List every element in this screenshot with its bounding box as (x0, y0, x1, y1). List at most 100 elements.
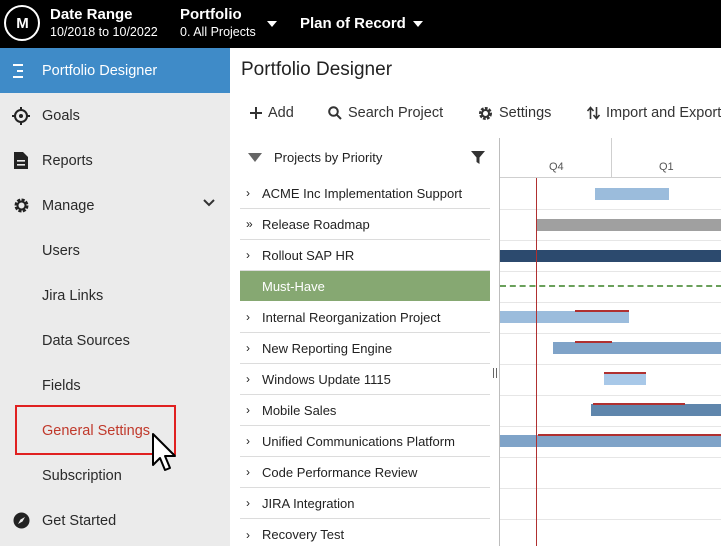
gantt-bar[interactable] (500, 250, 721, 262)
quarter-divider (611, 138, 612, 178)
list-item[interactable]: › Internal Reorganization Project (240, 302, 490, 333)
plus-icon (250, 107, 262, 119)
sidebar-item-manage[interactable]: Manage (0, 183, 230, 228)
grid-line (500, 519, 721, 520)
chevron-right-icon[interactable]: › (246, 310, 250, 324)
sidebar: Portfolio Designer Goals Reports Manage … (0, 48, 230, 546)
main-panel: Portfolio Designer Add Search Project Se… (230, 48, 721, 546)
group-row[interactable]: Must-Have (240, 271, 490, 301)
list-item-label: JIRA Integration (262, 495, 355, 511)
list-item[interactable]: › Rollout SAP HR (240, 240, 490, 271)
add-button[interactable]: Add (250, 105, 294, 121)
sidebar-item-portfolio-designer[interactable]: Portfolio Designer (0, 48, 230, 93)
date-range-value: 10/2018 to 10/2022 (50, 25, 158, 39)
list-item[interactable]: › New Reporting Engine (240, 333, 490, 364)
progress-line (593, 403, 685, 405)
list-item[interactable]: › Unified Communications Platform (240, 426, 490, 457)
gantt-bar[interactable] (536, 219, 721, 231)
grid-line (500, 333, 721, 334)
chevron-right-icon[interactable]: › (246, 372, 250, 386)
group-dashed-line (500, 285, 721, 287)
double-chevron-right-icon[interactable]: » (246, 217, 253, 231)
add-label: Add (268, 105, 294, 121)
chevron-right-icon[interactable]: › (246, 186, 250, 200)
sidebar-item-label: Users (42, 242, 80, 259)
list-item-label: Internal Reorganization Project (262, 309, 441, 325)
chevron-right-icon[interactable]: › (246, 496, 250, 510)
list-item[interactable]: › ACME Inc Implementation Support (240, 178, 490, 209)
filter-icon[interactable] (471, 151, 485, 164)
list-item[interactable]: › JIRA Integration (240, 488, 490, 519)
sidebar-item-subscription[interactable]: Subscription (0, 453, 230, 498)
list-item-label: Recovery Test (262, 527, 345, 542)
sidebar-item-label: Data Sources (42, 332, 130, 349)
portfolio-chevron-down-icon[interactable] (267, 21, 277, 27)
chevron-right-icon[interactable]: › (246, 434, 250, 448)
list-item[interactable]: » Release Roadmap (240, 209, 490, 240)
progress-line (575, 310, 629, 312)
chevron-right-icon[interactable]: › (246, 403, 250, 417)
gantt-bar[interactable] (500, 311, 629, 323)
logo-text: M (16, 14, 28, 32)
chevron-right-icon[interactable]: › (246, 248, 250, 262)
compass-icon (12, 512, 30, 530)
list-item[interactable]: › Windows Update 1115 (240, 364, 490, 395)
mouse-cursor-icon (152, 433, 176, 471)
list-item[interactable]: › Recovery Test (240, 519, 490, 550)
gantt-bar[interactable] (595, 188, 669, 200)
settings-button[interactable]: Settings (478, 105, 551, 121)
app-logo[interactable]: M (4, 5, 40, 41)
sidebar-item-data-sources[interactable]: Data Sources (0, 318, 230, 363)
swap-arrows-icon (587, 106, 600, 120)
grid-line (500, 302, 721, 303)
sidebar-item-label: Manage (42, 197, 95, 214)
chevron-down-icon[interactable] (203, 196, 215, 212)
chevron-right-icon[interactable]: › (246, 341, 250, 355)
search-project-button[interactable]: Search Project (328, 105, 443, 121)
group-label: Must-Have (262, 278, 325, 294)
progress-line (575, 341, 612, 343)
portfolio-selector[interactable]: Portfolio 0. All Projects (180, 6, 256, 41)
import-export-label: Import and Export (606, 105, 721, 121)
splitter-handle[interactable] (493, 368, 497, 378)
gantt-bar[interactable] (591, 404, 721, 416)
sidebar-item-label: Goals (42, 107, 80, 124)
document-icon (12, 152, 30, 170)
sidebar-item-goals[interactable]: Goals (0, 93, 230, 138)
list-item-label: Release Roadmap (262, 216, 370, 232)
gantt-bar[interactable] (500, 435, 721, 447)
grid-line (500, 240, 721, 241)
plan-selector[interactable]: Plan of Record (300, 15, 423, 32)
chevron-right-icon[interactable]: › (246, 465, 250, 479)
sidebar-item-label: Jira Links (42, 287, 104, 304)
top-bar: M Date Range 10/2018 to 10/2022 Portfoli… (0, 0, 721, 48)
list-item-label: ACME Inc Implementation Support (262, 185, 463, 201)
target-icon (12, 106, 30, 125)
progress-line (604, 372, 646, 374)
list-item[interactable]: › Code Performance Review (240, 457, 490, 488)
gantt-bar[interactable] (553, 342, 721, 354)
grid-line (500, 395, 721, 396)
list-item[interactable]: › Mobile Sales (240, 395, 490, 426)
grid-line (500, 426, 721, 427)
list-item-label: Mobile Sales (262, 402, 337, 418)
grid-line (500, 364, 721, 365)
page-title: Portfolio Designer (241, 59, 393, 80)
sidebar-item-reports[interactable]: Reports (0, 138, 230, 183)
import-export-button[interactable]: Import and Export (587, 105, 721, 121)
search-icon (328, 106, 342, 120)
list-header-label: Projects by Priority (274, 150, 383, 165)
date-range-selector[interactable]: Date Range 10/2018 to 10/2022 (50, 6, 158, 41)
list-item-label: Windows Update 1115 (262, 371, 391, 387)
grid-line (500, 209, 721, 210)
gantt-bar[interactable] (604, 373, 646, 385)
sidebar-item-users[interactable]: Users (0, 228, 230, 273)
sidebar-item-fields[interactable]: Fields (0, 363, 230, 408)
quarter-label-q1: Q1 (659, 161, 674, 173)
collapse-triangle-icon[interactable] (248, 153, 262, 162)
list-item-label: New Reporting Engine (262, 340, 393, 356)
sidebar-item-jira-links[interactable]: Jira Links (0, 273, 230, 318)
chevron-right-icon[interactable]: › (246, 528, 250, 542)
sidebar-item-get-started[interactable]: Get Started (0, 498, 230, 543)
sidebar-item-label: Portfolio Designer (42, 62, 158, 79)
